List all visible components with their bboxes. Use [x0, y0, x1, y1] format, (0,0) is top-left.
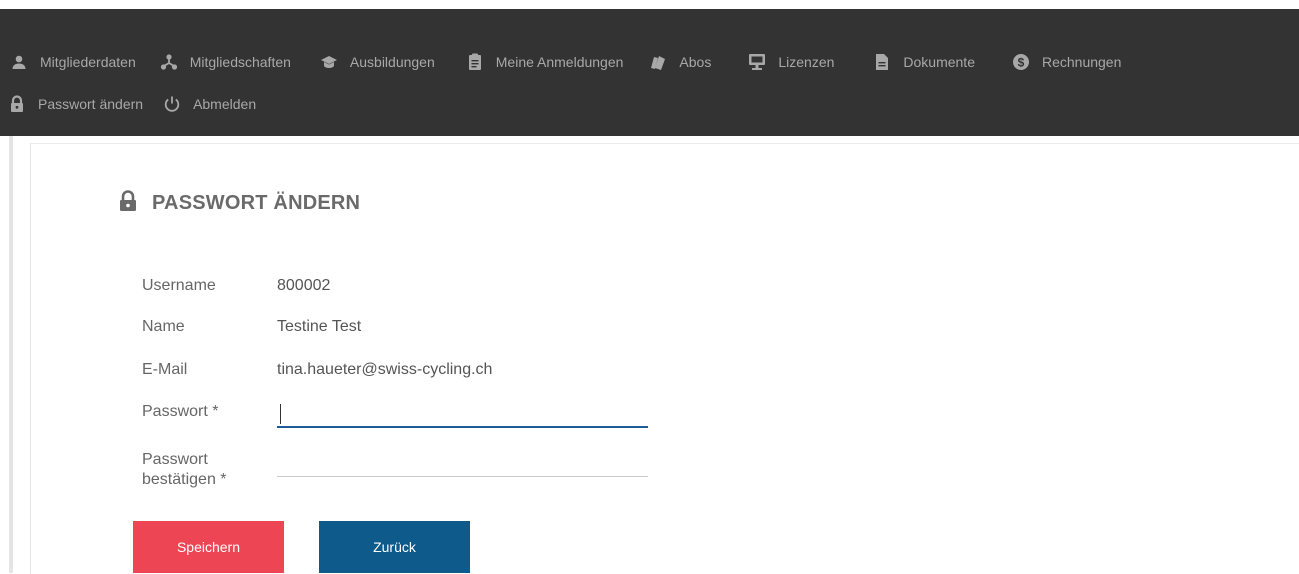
nav-label: Lizenzen — [778, 54, 835, 70]
nav-row-secondary: Passwort ändern Abmelden — [0, 92, 256, 116]
page-title: PASSWORT ÄNDERN — [118, 190, 360, 217]
graduation-cap-icon — [320, 53, 338, 71]
dollar-circle-icon: $ — [1012, 53, 1030, 71]
confirm-password-label-line1: Passwort — [142, 451, 208, 468]
nav-label: Passwort ändern — [38, 96, 144, 112]
nav-item-abmelden[interactable]: Abmelden — [163, 95, 256, 113]
username-value: 800002 — [277, 277, 331, 294]
nav-label: Dokumente — [903, 54, 975, 70]
nav-item-rechnungen[interactable]: $ Rechnungen — [1012, 53, 1121, 71]
network-icon — [160, 53, 178, 71]
lock-icon — [8, 95, 26, 113]
name-label: Name — [142, 318, 185, 335]
confirm-password-field[interactable] — [277, 450, 648, 477]
text-cursor — [280, 404, 281, 424]
email-label: E-Mail — [142, 361, 188, 378]
nav-label: Ausbildungen — [349, 54, 435, 70]
page-left-border — [9, 136, 13, 573]
user-icon — [10, 53, 28, 71]
clipboard-icon — [466, 53, 484, 71]
lock-icon — [118, 190, 138, 217]
nav-row-primary: Mitgliederdaten Mitgliedschaften Ausbild… — [0, 50, 1121, 74]
top-navigation-bar: Mitgliederdaten Mitgliedschaften Ausbild… — [0, 9, 1299, 136]
nav-label: Mitgliedschaften — [189, 54, 291, 70]
nav-item-abos[interactable]: Abos — [649, 53, 711, 71]
nav-label: Meine Anmeldungen — [495, 54, 624, 70]
nav-item-ausbildungen[interactable]: Ausbildungen — [320, 53, 435, 71]
name-value: Testine Test — [277, 318, 362, 335]
power-icon — [163, 95, 181, 113]
nav-item-meine-anmeldungen[interactable]: Meine Anmeldungen — [466, 53, 624, 71]
nav-item-mitgliederdaten[interactable]: Mitgliederdaten — [10, 53, 136, 71]
email-value: tina.haueter@swiss-cycling.ch — [277, 361, 493, 378]
nav-label: Rechnungen — [1041, 54, 1122, 70]
svg-text:$: $ — [1018, 56, 1025, 70]
tickets-icon — [649, 53, 667, 71]
password-field[interactable] — [277, 400, 648, 428]
badge-icon — [748, 53, 766, 71]
nav-item-dokumente[interactable]: Dokumente — [873, 53, 975, 71]
nav-item-mitgliedschaften[interactable]: Mitgliedschaften — [160, 53, 291, 71]
save-button[interactable]: Speichern — [133, 521, 284, 573]
nav-label: Abmelden — [193, 96, 257, 112]
nav-item-passwort-aendern[interactable]: Passwort ändern — [8, 95, 143, 113]
nav-item-lizenzen[interactable]: Lizenzen — [748, 53, 834, 71]
nav-label: Abos — [679, 54, 712, 70]
username-label: Username — [142, 277, 216, 294]
document-icon — [873, 53, 891, 71]
password-label: Passwort * — [142, 403, 219, 420]
page-title-text: PASSWORT ÄNDERN — [152, 192, 361, 214]
back-button[interactable]: Zurück — [319, 521, 470, 573]
confirm-password-label: Passwort bestätigen * — [142, 450, 227, 490]
nav-label: Mitgliederdaten — [40, 54, 136, 70]
confirm-password-label-line2: bestätigen * — [142, 471, 227, 488]
